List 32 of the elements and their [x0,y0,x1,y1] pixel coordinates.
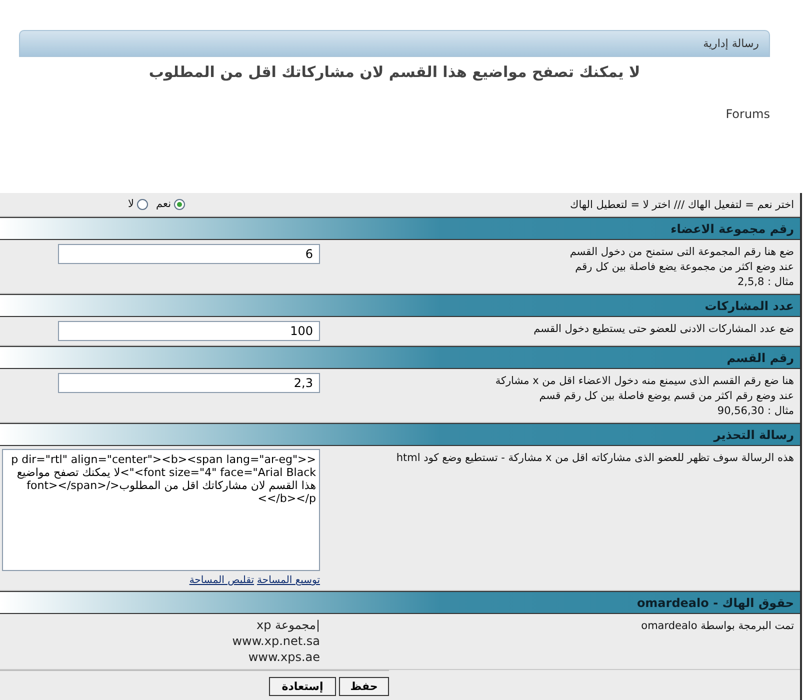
field-description: ضع عدد المشاركات الادنى للعضو حتى يستطيع دخول القسم [534,322,794,336]
notice-message: لا يمكنك تصفح مواضيع هذا القسم لان مشاركاتك اقل من المطلوب [148,63,640,81]
radio-label: نعم [156,198,171,210]
resize-link[interactable]: تقليص المساحة [189,575,254,586]
credit-line: www.xps.ae [248,649,320,665]
field-description: مثال : 2,5,8 [737,275,794,289]
save-button[interactable]: حفظ [339,677,389,696]
input-field[interactable]: 2,3 [58,373,320,393]
field-description: مثال : 90,56,30 [717,404,794,418]
field-description: هنا ضع رقم القسم الذى سيمنع منه دخول الاعضاء اقل من x مشاركة [495,374,794,388]
section-title: رقم القسم [726,350,794,364]
radio-button[interactable] [137,198,148,210]
field-description: عند وضع رقم اكثر من قسم يوضع فاصلة بين كل رقم قسم [539,389,794,403]
section-title: رقم مجموعة الاعضاء [670,222,794,236]
forums-link[interactable]: Forums [726,107,770,121]
message-textarea[interactable]: <p dir="rtl" align="center"><b><span lang="ar-eg"><font size="4" face="Arial Black">لا يمكنك تصفح مواضيع هذا القسم لان مشاركاتك اقل من المطلوب</font></span></b></p> [2,449,320,571]
field-description: ضع هنا رقم المجموعة التى ستمنح من دخول القسم [570,245,794,259]
radio-button[interactable] [174,198,185,210]
restore-button[interactable]: إستعادة [269,677,336,696]
field-description: تمت البرمجة بواسطة omardealo [641,619,794,633]
field-description: اختر نعم = لتفعيل الهاك /// اختر لا = لتعطيل الهاك [570,198,794,212]
radio-label: لا [128,198,134,210]
credit-line: |مجموعة xp [256,617,320,633]
credit-line: www.xp.net.sa [232,633,320,649]
field-description: عند وضع اكثر من مجموعة يضع فاصلة بين كل رقم [575,260,794,274]
input-field[interactable]: 100 [58,321,320,341]
panel-title: رسالة إدارية [703,37,759,50]
section-title: عدد المشاركات [704,298,794,312]
section-title: رسالة التحذير [714,428,794,442]
field-description: هذه الرسالة سوف تظهر للعضو الذى مشاركاته اقل من x مشاركة - تستطيع وضع كود html [396,451,794,465]
resize-link[interactable]: توسيع المساحة [257,575,320,586]
input-field[interactable]: 6 [58,244,320,264]
